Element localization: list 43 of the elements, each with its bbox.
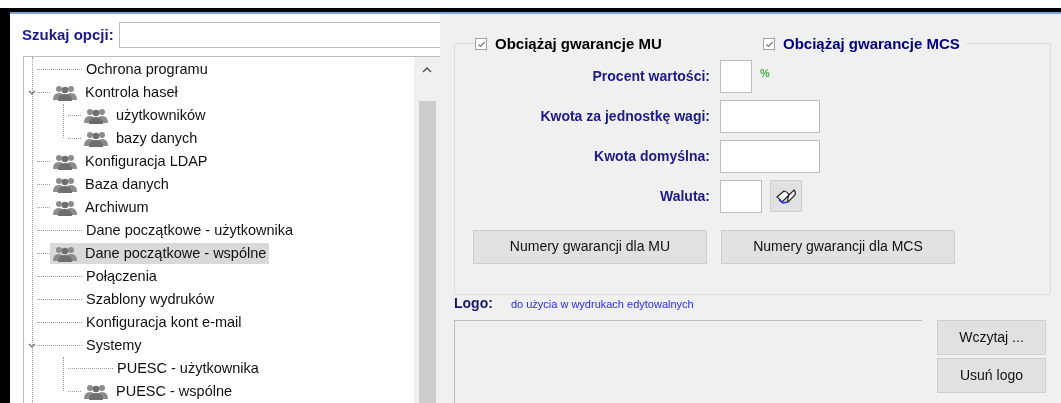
tree-item[interactable]: PUESC - wspólne (81, 381, 236, 402)
field-label: Kwota za jednostkę wagi: (539, 106, 710, 126)
input-field[interactable] (720, 99, 820, 133)
tree-item[interactable]: Dane początkowe - wspólne (50, 243, 270, 264)
checkbox[interactable] (475, 38, 487, 51)
logo-hint: do użycia w wydrukach edytowalnych (510, 297, 694, 312)
logo-button[interactable]: Usuń logo (937, 357, 1046, 393)
tree-item[interactable]: użytkowników (81, 105, 209, 126)
tree-item[interactable]: bazy danych (81, 128, 201, 149)
lookup-button[interactable] (770, 179, 802, 212)
guarantee-numbers-button[interactable]: Numery gwarancji dla MU (473, 229, 707, 264)
checkbox-label: Obciążaj gwarancje MCS (783, 34, 960, 54)
logo-button[interactable]: Wczytaj ... (937, 319, 1046, 355)
input-field[interactable] (720, 59, 752, 93)
logo-label: Logo: (454, 293, 493, 313)
tree-item[interactable]: Połączenia (82, 266, 160, 287)
tree-item[interactable]: Archiwum (50, 197, 152, 218)
input-field[interactable] (720, 139, 820, 173)
tree-item[interactable]: Szablony wydruków (82, 289, 218, 310)
search-field[interactable] (118, 22, 440, 48)
field-label: Kwota domyślna: (593, 146, 710, 166)
input-field[interactable] (720, 179, 762, 213)
tree-item[interactable]: Kontrola haseł (50, 82, 181, 103)
checkbox[interactable] (763, 38, 775, 51)
scroll-up-icon[interactable] (422, 67, 432, 73)
guarantee-numbers-button[interactable]: Numery gwarancji dla MCS (721, 229, 955, 264)
scroll-thumb[interactable] (418, 101, 436, 403)
field-label: Procent wartości: (591, 66, 710, 86)
search-label: Szukaj opcji: (22, 24, 114, 45)
tree-item[interactable]: PUESC - użytkownika (113, 358, 262, 379)
tree-item[interactable]: Ochrona programu (82, 59, 211, 80)
unit-label: % (760, 65, 770, 81)
book-icon (775, 187, 797, 204)
collapse-chevron-icon[interactable] (28, 90, 36, 95)
tree-item[interactable]: Konfiguracja LDAP (50, 151, 211, 172)
collapse-chevron-icon[interactable] (28, 343, 36, 348)
tree-item[interactable]: Konfiguracja kont e-mail (82, 312, 245, 333)
scrollbar[interactable] (414, 57, 440, 403)
checkbox-label: Obciążaj gwarancje MU (495, 34, 662, 54)
field-label: Waluta: (658, 186, 710, 206)
tree-item[interactable]: Dane początkowe - użytkownika (82, 220, 297, 241)
tree-item[interactable]: Systemy (82, 335, 145, 356)
tree-item[interactable]: Baza danych (50, 174, 172, 195)
